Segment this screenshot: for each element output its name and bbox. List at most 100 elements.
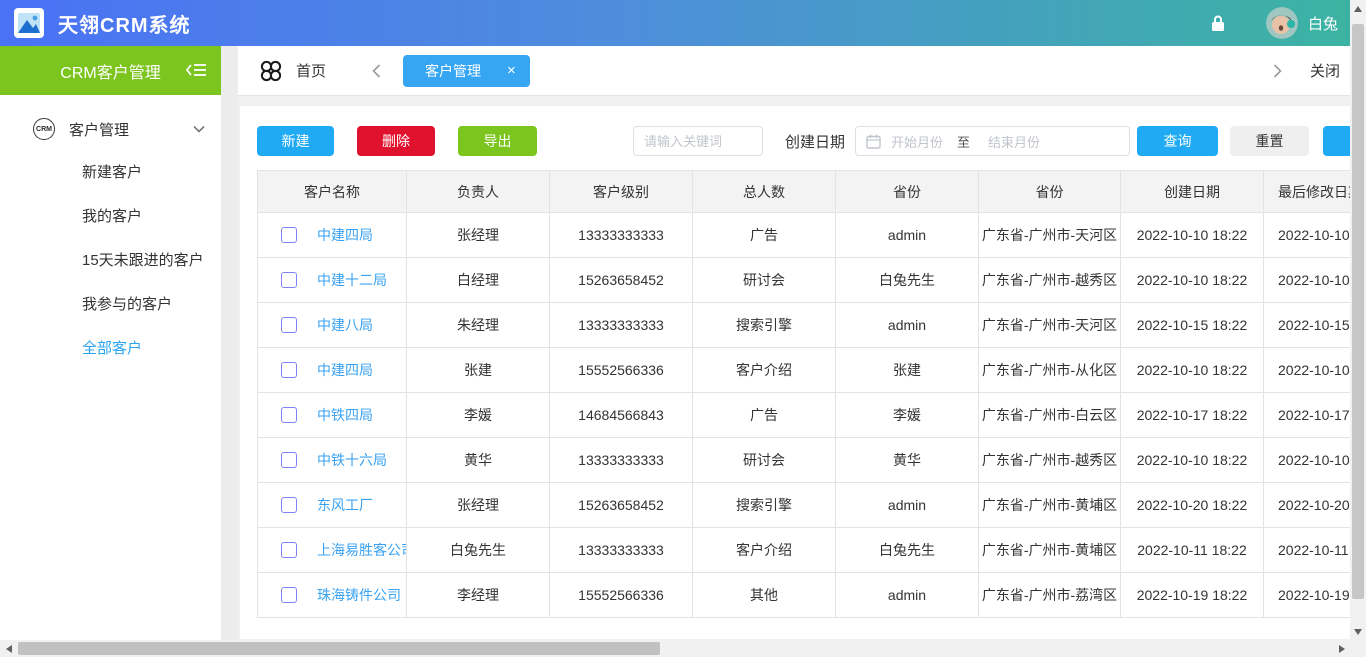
sidebar-item-customer-management[interactable]: CRM 客户管理 bbox=[0, 107, 221, 151]
column-header-0: 客户名称 bbox=[258, 171, 407, 213]
customer-name-cell: 中建八局 bbox=[258, 303, 407, 348]
scroll-right-arrow-icon[interactable] bbox=[1333, 640, 1350, 657]
chevron-down-icon bbox=[193, 125, 205, 133]
table-cell: 广东省-广州市-天河区 bbox=[979, 213, 1121, 258]
table-cell: 研讨会 bbox=[693, 258, 836, 303]
customer-panel: 新建 删除 导出 创建日期 bbox=[240, 106, 1350, 639]
table-cell: 朱经理 bbox=[407, 303, 550, 348]
date-separator: 至 bbox=[957, 132, 970, 151]
app-logo-image-icon bbox=[14, 8, 44, 38]
customer-name-link[interactable]: 中建四局 bbox=[317, 225, 373, 245]
table-cell: 2022-10-15 18:22 bbox=[1121, 303, 1264, 348]
table-cell: 黄华 bbox=[407, 438, 550, 483]
customer-name-cell: 上海易胜客公司 bbox=[258, 528, 407, 573]
row-checkbox[interactable] bbox=[281, 452, 297, 468]
table-cell: 客户介绍 bbox=[693, 528, 836, 573]
close-operations-menu[interactable]: 关闭 bbox=[1310, 60, 1340, 81]
sidebar-subitem-1[interactable]: 我的客户 bbox=[0, 195, 221, 239]
table-row: 中建四局张建15552566336客户介绍张建广东省-广州市-从化区2022-1… bbox=[258, 348, 1351, 393]
sidebar-scrollbar-track[interactable] bbox=[221, 46, 238, 640]
column-header-7: 最后修改日期 bbox=[1264, 171, 1351, 213]
table-cell: 广东省-广州市-越秀区 bbox=[979, 438, 1121, 483]
customer-name-cell: 中铁十六局 bbox=[258, 438, 407, 483]
tab-home[interactable]: 首页 bbox=[296, 60, 326, 81]
table-cell: 2022-10-10 18:22 bbox=[1121, 213, 1264, 258]
table-cell: 李经理 bbox=[407, 573, 550, 618]
tab-close-icon[interactable]: × bbox=[507, 63, 516, 78]
row-checkbox[interactable] bbox=[281, 362, 297, 378]
new-button[interactable]: 新建 bbox=[257, 126, 334, 156]
sidebar-subitem-2[interactable]: 15天未跟进的客户 bbox=[0, 239, 221, 283]
customer-name-link[interactable]: 中建八局 bbox=[317, 315, 373, 335]
chevron-left-icon[interactable] bbox=[372, 64, 381, 78]
customer-name-link[interactable]: 珠海铸件公司 bbox=[317, 585, 401, 605]
table-cell: 其他 bbox=[693, 573, 836, 618]
row-checkbox[interactable] bbox=[281, 407, 297, 423]
sidebar-menu: CRM 客户管理 新建客户我的客户15天未跟进的客户我参与的客户全部客户 bbox=[0, 95, 221, 371]
main-area: 首页 客户管理 × 关闭 新建 删除 导出 bbox=[238, 46, 1350, 640]
chevron-right-icon[interactable] bbox=[1273, 64, 1282, 78]
sidebar-subitem-3[interactable]: 我参与的客户 bbox=[0, 283, 221, 327]
table-cell: admin bbox=[836, 303, 979, 348]
table-row: 珠海铸件公司李经理15552566336其他admin广东省-广州市-荔湾区20… bbox=[258, 573, 1351, 618]
home-apps-icon[interactable] bbox=[258, 58, 284, 84]
table-body: 中建四局张经理13333333333广告admin广东省-广州市-天河区2022… bbox=[258, 213, 1351, 618]
date-range-input[interactable]: 开始月份 至 结束月份 bbox=[855, 126, 1130, 156]
lock-icon[interactable] bbox=[1210, 14, 1226, 32]
column-header-3: 总人数 bbox=[693, 171, 836, 213]
vertical-scrollbar-thumb[interactable] bbox=[1352, 24, 1364, 599]
collapse-sidebar-icon[interactable] bbox=[185, 62, 207, 78]
date-end-placeholder: 结束月份 bbox=[988, 132, 1040, 151]
column-header-6: 创建日期 bbox=[1121, 171, 1264, 213]
export-button[interactable]: 导出 bbox=[458, 126, 537, 156]
sidebar: CRM客户管理 CRM 客户管理 新建客户我的客户15天未跟进的客户我参与的客户… bbox=[0, 46, 221, 640]
delete-button[interactable]: 删除 bbox=[357, 126, 435, 156]
table-cell: 2022-10-17 bbox=[1264, 393, 1351, 438]
sidebar-subitem-4[interactable]: 全部客户 bbox=[0, 327, 221, 371]
header-right: 白兔 bbox=[1210, 7, 1338, 39]
column-header-5: 省份 bbox=[979, 171, 1121, 213]
row-checkbox[interactable] bbox=[281, 317, 297, 333]
table-cell: 2022-10-10 bbox=[1264, 348, 1351, 393]
row-checkbox[interactable] bbox=[281, 272, 297, 288]
vertical-scrollbar[interactable] bbox=[1350, 0, 1366, 640]
scrollbar-corner bbox=[1350, 640, 1366, 657]
table-cell: 2022-10-19 bbox=[1264, 573, 1351, 618]
row-checkbox[interactable] bbox=[281, 542, 297, 558]
table-cell: 张建 bbox=[836, 348, 979, 393]
row-checkbox[interactable] bbox=[281, 587, 297, 603]
row-checkbox[interactable] bbox=[281, 227, 297, 243]
query-button[interactable]: 查询 bbox=[1137, 126, 1218, 156]
table-cell: 2022-10-15 bbox=[1264, 303, 1351, 348]
column-header-4: 省份 bbox=[836, 171, 979, 213]
scroll-up-arrow-icon[interactable] bbox=[1350, 0, 1366, 17]
customer-name-link[interactable]: 中铁十六局 bbox=[317, 450, 387, 470]
keyword-input[interactable] bbox=[633, 126, 763, 156]
scroll-down-arrow-icon[interactable] bbox=[1350, 623, 1366, 640]
avatar[interactable] bbox=[1266, 7, 1298, 39]
horizontal-scrollbar[interactable] bbox=[0, 640, 1350, 657]
scroll-left-arrow-icon[interactable] bbox=[0, 640, 17, 657]
table-cell: admin bbox=[836, 573, 979, 618]
customer-name-cell: 东风工厂 bbox=[258, 483, 407, 528]
table-cell: 2022-10-20 bbox=[1264, 483, 1351, 528]
tab-label: 客户管理 bbox=[425, 61, 481, 81]
customer-name-link[interactable]: 中建四局 bbox=[317, 360, 373, 380]
table-row: 中铁四局李媛14684566843广告李媛广东省-广州市-白云区2022-10-… bbox=[258, 393, 1351, 438]
row-checkbox[interactable] bbox=[281, 497, 297, 513]
table-cell: 2022-10-17 18:22 bbox=[1121, 393, 1264, 438]
customer-name-link[interactable]: 中建十二局 bbox=[317, 270, 387, 290]
table-row: 中建四局张经理13333333333广告admin广东省-广州市-天河区2022… bbox=[258, 213, 1351, 258]
tab-customer-management[interactable]: 客户管理 × bbox=[403, 55, 530, 87]
username[interactable]: 白兔 bbox=[1308, 13, 1338, 34]
customer-name-link[interactable]: 中铁四局 bbox=[317, 405, 373, 425]
customer-name-link[interactable]: 上海易胜客公司 bbox=[317, 540, 407, 560]
sidebar-subitem-0[interactable]: 新建客户 bbox=[0, 151, 221, 195]
horizontal-scrollbar-thumb[interactable] bbox=[18, 642, 660, 655]
column-header-1: 负责人 bbox=[407, 171, 550, 213]
sidebar-title: CRM客户管理 bbox=[0, 46, 221, 95]
customer-name-link[interactable]: 东风工厂 bbox=[317, 495, 373, 515]
app-title: 天翎CRM系统 bbox=[58, 9, 191, 38]
reset-button[interactable]: 重置 bbox=[1230, 126, 1309, 156]
extra-action-button[interactable] bbox=[1323, 126, 1350, 156]
